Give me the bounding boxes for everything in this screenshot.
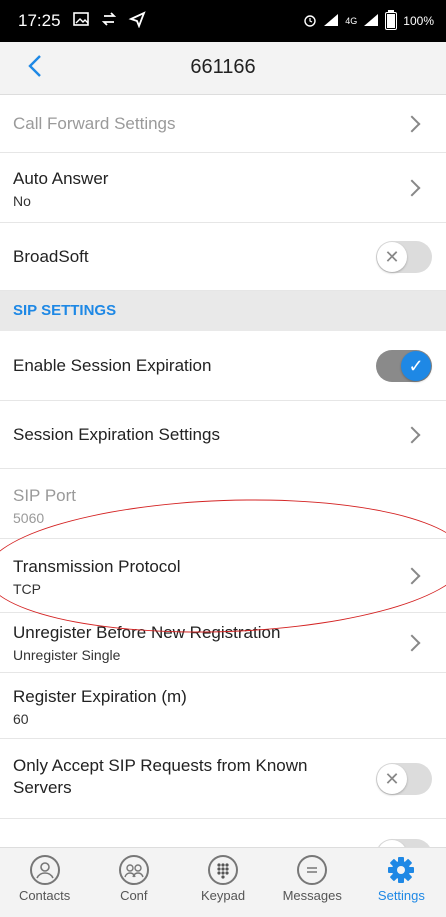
messages-icon — [297, 855, 328, 885]
battery-icon — [385, 10, 398, 30]
auto-answer-row[interactable]: Auto Answer No — [0, 153, 446, 223]
page-title: 661166 — [190, 56, 256, 78]
transmission-protocol-row[interactable]: Transmission Protocol TCP — [0, 539, 446, 613]
register-expiration-label: Register Expiration (m) — [13, 687, 187, 706]
transmission-protocol-value: TCP — [13, 581, 41, 597]
tab-settings[interactable]: Settings — [357, 848, 446, 917]
unregister-before-value: Unregister Single — [13, 647, 121, 663]
session-expiration-settings-label: Session Expiration Settings — [13, 425, 220, 444]
tab-conf[interactable]: Conf — [89, 848, 178, 917]
section-header-sip-settings: SIP SETTINGS — [0, 291, 446, 331]
status-bar: 17:25 4G 100% — [0, 0, 446, 42]
signal-icon — [323, 13, 339, 30]
status-time: 17:25 — [18, 11, 61, 30]
settings-list: Call Forward Settings Auto Answer No Bro… — [0, 95, 446, 883]
register-expiration-row[interactable]: Register Expiration (m) 60 — [0, 673, 446, 739]
keypad-icon — [208, 855, 238, 885]
call-forward-settings-row[interactable]: Call Forward Settings — [0, 95, 446, 153]
battery-percent: 100% — [403, 14, 434, 28]
tab-keypad-label: Keypad — [200, 888, 246, 903]
auto-answer-value: No — [13, 193, 31, 209]
alarm-icon — [303, 13, 317, 30]
tab-conf-label: Conf — [120, 888, 148, 903]
enable-session-expiration-toggle[interactable]: ✓ — [376, 349, 432, 382]
tab-contacts-label: Contacts — [18, 888, 71, 903]
broadsoft-toggle[interactable]: ✕ — [376, 240, 432, 273]
location-icon — [128, 10, 146, 29]
contacts-icon — [29, 855, 60, 885]
signal-icon-2 — [363, 13, 379, 30]
transmission-protocol-label: Transmission Protocol — [13, 557, 181, 576]
session-expiration-settings-row[interactable]: Session Expiration Settings — [0, 401, 446, 469]
check-icon: ✓ — [401, 350, 431, 381]
sync-icon — [100, 10, 118, 28]
settings-icon — [386, 855, 416, 885]
nav-bar: 661166 — [0, 42, 446, 95]
auto-answer-label: Auto Answer — [13, 169, 109, 188]
sip-port-value: 5060 — [13, 510, 45, 526]
call-forward-label: Call Forward Settings — [13, 114, 176, 133]
broadsoft-row[interactable]: BroadSoft ✕ — [0, 223, 446, 291]
enable-session-expiration-row[interactable]: Enable Session Expiration ✓ — [0, 331, 446, 401]
status-right: 4G 100% — [303, 10, 434, 30]
only-accept-row[interactable]: Only Accept SIP Requests from Known Serv… — [0, 739, 446, 819]
register-expiration-value: 60 — [13, 711, 29, 727]
unregister-before-row[interactable]: Unregister Before New Registration Unreg… — [0, 613, 446, 673]
network-4g-icon: 4G — [345, 16, 358, 26]
bottom-tab-bar: Contacts Conf Keypad Messages Settings — [0, 847, 446, 917]
status-left-icons — [72, 10, 146, 29]
sip-port-label: SIP Port — [13, 486, 76, 505]
sip-port-row: SIP Port 5060 — [0, 469, 446, 539]
tab-contacts[interactable]: Contacts — [0, 848, 89, 917]
close-icon: ✕ — [377, 241, 407, 272]
tab-messages-label: Messages — [282, 888, 342, 903]
tab-keypad[interactable]: Keypad — [178, 848, 267, 917]
close-icon: ✕ — [377, 763, 407, 794]
conference-icon — [118, 855, 149, 885]
only-accept-toggle[interactable]: ✕ — [376, 762, 432, 795]
only-accept-label: Only Accept SIP Requests from Known Serv… — [13, 756, 308, 797]
gallery-icon — [72, 10, 90, 28]
tab-settings-label: Settings — [377, 888, 425, 903]
tab-messages[interactable]: Messages — [268, 848, 357, 917]
unregister-before-label: Unregister Before New Registration — [13, 623, 281, 642]
